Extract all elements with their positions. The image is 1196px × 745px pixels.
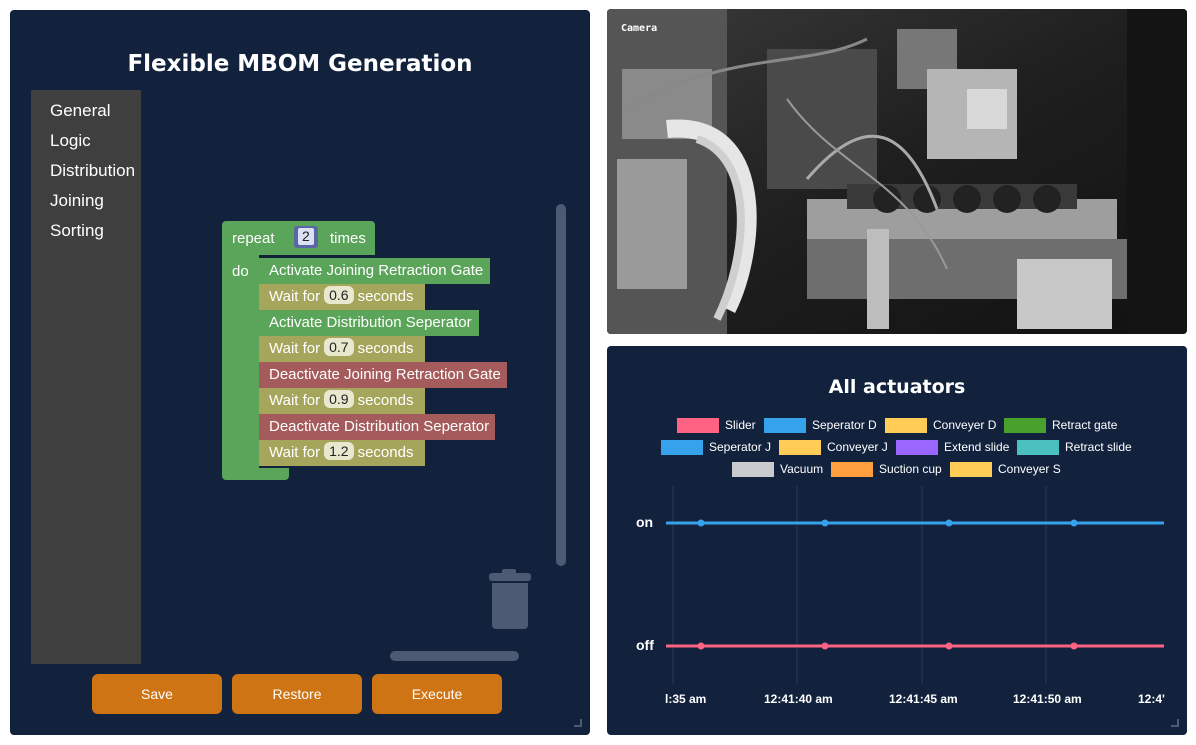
data-point [1070, 519, 1078, 527]
camera-label: Camera [621, 23, 658, 34]
data-point [697, 642, 705, 650]
x-tick-label: 12:41:40 am [764, 692, 833, 706]
toolbox-category-distribution[interactable]: Distribution [50, 161, 135, 181]
block-label: Activate Distribution Seperator [269, 314, 472, 331]
wait-block[interactable]: Wait for 0.6 seconds [259, 284, 425, 310]
activate-distribution-seperator-block[interactable]: Activate Distribution Seperator [259, 310, 479, 336]
seconds-label: seconds [357, 444, 414, 461]
block-toolbox: General Logic Distribution Joining Sorti… [31, 90, 141, 664]
workspace-horizontal-scrollbar[interactable] [390, 651, 519, 661]
deactivate-distribution-seperator-block[interactable]: Deactivate Distribution Seperator [259, 414, 495, 440]
workspace-vertical-scrollbar[interactable] [556, 204, 566, 566]
repeat-block-footer [222, 468, 289, 480]
chart-plot [666, 486, 1164, 684]
times-label: times [330, 230, 366, 247]
toolbox-category-general[interactable]: General [50, 101, 110, 121]
resize-handle[interactable] [574, 719, 582, 727]
wait-block[interactable]: Wait for 0.7 seconds [259, 336, 425, 362]
wait-block[interactable]: Wait for 1.2 seconds [259, 440, 425, 466]
repeat-label: repeat [232, 230, 275, 247]
editor-title: Flexible MBOM Generation [127, 51, 473, 77]
mbom-editor-panel: Flexible MBOM Generation General Logic D… [10, 10, 590, 735]
deactivate-joining-retraction-gate-block[interactable]: Deactivate Joining Retraction Gate [259, 362, 507, 388]
repeat-count-field[interactable]: 2 [294, 226, 318, 248]
execute-button[interactable]: Execute [372, 674, 502, 714]
wait-value-field[interactable]: 1.2 [324, 442, 354, 460]
do-label: do [232, 263, 249, 280]
x-tick-label: 12:41:50 am [1013, 692, 1082, 706]
camera-image [607, 9, 1187, 334]
wait-block[interactable]: Wait for 0.9 seconds [259, 388, 425, 414]
data-point [821, 519, 829, 527]
data-point [697, 519, 705, 527]
seconds-label: seconds [357, 288, 414, 305]
data-point [821, 642, 829, 650]
save-button[interactable]: Save [92, 674, 222, 714]
data-point [1070, 642, 1078, 650]
activate-joining-retraction-gate-block[interactable]: Activate Joining Retraction Gate [259, 258, 490, 284]
wait-value-field[interactable]: 0.6 [324, 286, 354, 304]
block-label: Activate Joining Retraction Gate [269, 262, 484, 279]
wait-value-field[interactable]: 0.9 [324, 390, 354, 408]
toolbox-category-sorting[interactable]: Sorting [50, 221, 104, 241]
wait-label: Wait for [269, 444, 321, 461]
chart-grid [672, 486, 1047, 684]
seconds-label: seconds [357, 392, 414, 409]
block-label: Deactivate Distribution Seperator [269, 418, 490, 435]
x-tick-label: l:35 am [665, 692, 707, 706]
wait-label: Wait for [269, 392, 321, 409]
x-tick-label: 12:41:45 am [889, 692, 958, 706]
trash-body [492, 583, 528, 629]
toolbox-category-joining[interactable]: Joining [50, 191, 104, 211]
actuators-chart-panel: All actuators Slider Seperator D Conveye… [607, 346, 1187, 735]
wait-label: Wait for [269, 288, 321, 305]
restore-button[interactable]: Restore [232, 674, 362, 714]
resize-handle[interactable] [1171, 719, 1179, 727]
toolbox-category-logic[interactable]: Logic [50, 131, 91, 151]
block-label: Deactivate Joining Retraction Gate [269, 366, 501, 383]
x-tick-label: 12:4' [1138, 692, 1165, 706]
repeat-block-spine: do [222, 255, 259, 468]
wait-value-field[interactable]: 0.7 [324, 338, 354, 356]
trash-lid [489, 573, 531, 581]
wait-label: Wait for [269, 340, 321, 357]
repeat-count-value: 2 [298, 228, 314, 245]
camera-feed: Camera [607, 9, 1187, 334]
data-point [945, 519, 953, 527]
chart-series [666, 519, 1164, 650]
data-point [945, 642, 953, 650]
repeat-block-header: repeat 2 times [222, 221, 375, 255]
seconds-label: seconds [357, 340, 414, 357]
